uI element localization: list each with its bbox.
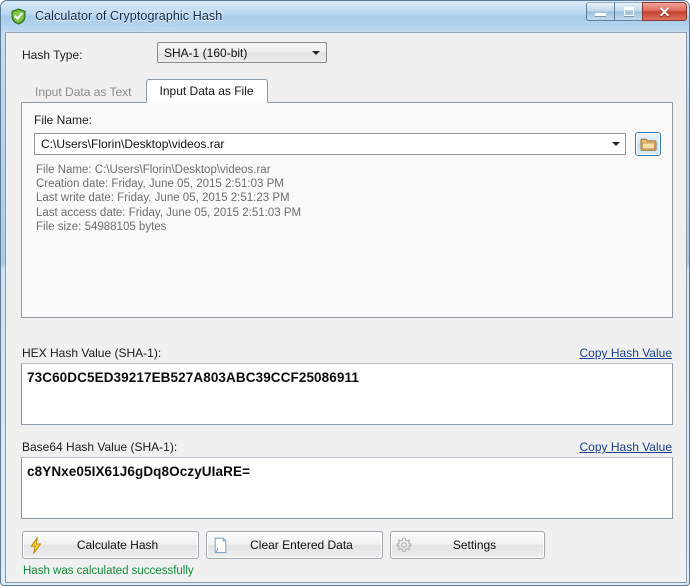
chevron-down-icon[interactable] — [607, 142, 624, 146]
copy-base64-hash-link[interactable]: Copy Hash Value — [580, 440, 673, 454]
file-path-input[interactable]: C:\Users\Florin\Desktop\videos.rar — [34, 133, 626, 155]
hash-type-label: Hash Type: — [22, 48, 83, 62]
hash-type-value: SHA-1 (160-bit) — [164, 45, 248, 60]
hex-hash-value-box[interactable]: 73C60DC5ED39217EB527A803ABC39CCF25086911 — [21, 363, 673, 425]
file-input-panel: File Name: C:\Users\Florin\Desktop\video… — [21, 102, 673, 318]
lightning-icon — [23, 536, 49, 554]
base64-hash-value-box[interactable]: c8YNxe05IX61J6gDq8OczyUIaRE= — [21, 457, 673, 519]
title-bar: Calculator of Cryptographic Hash ✕ — [1, 1, 689, 31]
maximize-button[interactable] — [614, 2, 643, 21]
close-button[interactable]: ✕ — [642, 2, 687, 21]
calculate-hash-label: Calculate Hash — [76, 538, 159, 552]
input-mode-tabs: Input Data as Text Input Data as File — [21, 79, 268, 103]
browse-file-button[interactable] — [635, 132, 661, 156]
calculate-hash-button[interactable]: Calculate Hash — [22, 531, 199, 559]
minimize-button[interactable] — [586, 2, 615, 21]
file-name-label: File Name: — [34, 113, 93, 127]
minimize-icon — [595, 13, 606, 16]
base64-hash-value: c8YNxe05IX61J6gDq8OczyUIaRE= — [27, 464, 251, 479]
copy-hex-hash-link[interactable]: Copy Hash Value — [580, 346, 673, 360]
tab-input-data-as-text[interactable]: Input Data as Text — [21, 81, 146, 103]
hex-hash-label: HEX Hash Value (SHA-1): — [22, 346, 162, 360]
hash-type-select[interactable]: SHA-1 (160-bit) — [157, 42, 327, 63]
chevron-down-icon — [308, 50, 324, 55]
status-message: Hash was calculated successfully — [23, 565, 194, 577]
base64-hash-label: Base64 Hash Value (SHA-1): — [22, 440, 178, 454]
clear-entered-data-button[interactable]: Clear Entered Data — [206, 531, 383, 559]
close-icon: ✕ — [658, 3, 671, 20]
page-clear-icon — [207, 537, 233, 554]
file-info-text: File Name: C:\Users\Florin\Desktop\video… — [36, 164, 302, 233]
hex-hash-value: 73C60DC5ED39217EB527A803ABC39CCF25086911 — [27, 370, 359, 385]
file-path-value: C:\Users\Florin\Desktop\videos.rar — [41, 137, 225, 151]
tab-label: Input Data as Text — [35, 85, 132, 99]
settings-button[interactable]: Settings — [390, 531, 545, 559]
client-area: Hash Type: SHA-1 (160-bit) Input Data as… — [5, 32, 687, 583]
window-title: Calculator of Cryptographic Hash — [35, 9, 223, 23]
window-controls: ✕ — [586, 2, 687, 21]
folder-icon — [640, 138, 656, 151]
maximize-icon — [623, 7, 634, 16]
shield-check-icon — [10, 7, 27, 25]
clear-entered-data-label: Clear Entered Data — [250, 538, 353, 552]
settings-label: Settings — [452, 538, 497, 552]
tab-label: Input Data as File — [159, 84, 254, 98]
tab-input-data-as-file[interactable]: Input Data as File — [145, 79, 268, 103]
application-window: Calculator of Cryptographic Hash ✕ Hash … — [0, 0, 690, 586]
gear-icon — [391, 537, 417, 553]
